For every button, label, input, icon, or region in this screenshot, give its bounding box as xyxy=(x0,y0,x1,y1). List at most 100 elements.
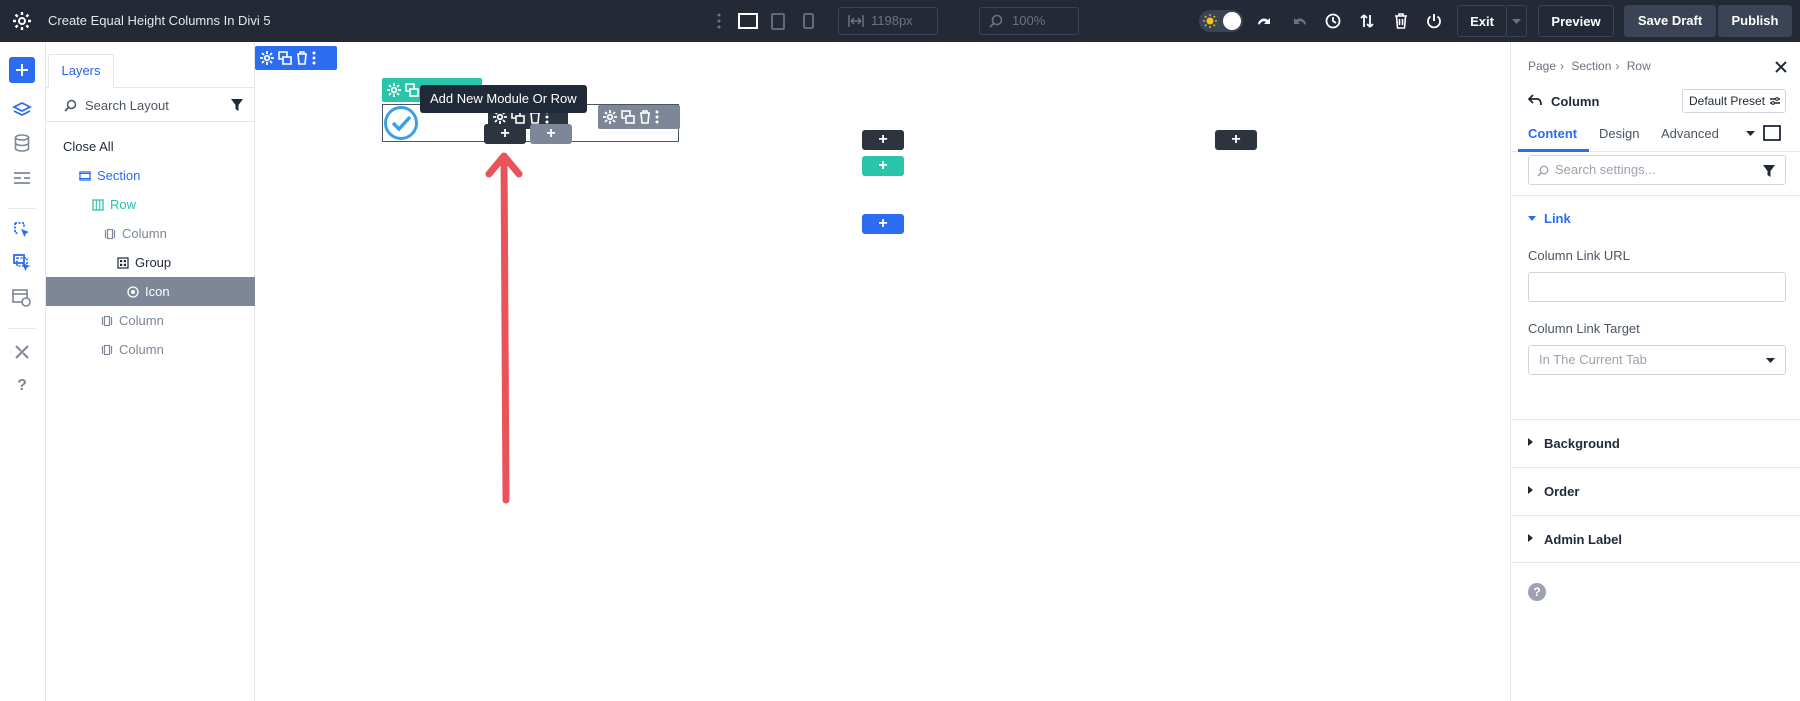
select-element-icon[interactable] xyxy=(9,217,35,243)
duplicate-icon[interactable] xyxy=(405,83,419,97)
add-module-button[interactable]: + xyxy=(484,124,526,144)
help-question-icon[interactable]: ? xyxy=(9,373,35,399)
section-icon xyxy=(79,171,91,181)
settings-gear-icon[interactable] xyxy=(387,83,401,97)
history-icon[interactable] xyxy=(1322,10,1344,32)
settings-title: Column xyxy=(1551,94,1600,109)
zoom-field[interactable]: 100% xyxy=(979,7,1079,35)
add-module-button-col2[interactable]: + xyxy=(862,130,904,150)
layer-label-section: Section xyxy=(97,168,141,183)
breadcrumb-page[interactable]: Page xyxy=(1528,59,1556,73)
page-layout-icon[interactable] xyxy=(9,165,35,191)
phone-view-icon[interactable] xyxy=(797,10,819,32)
add-row-button[interactable]: + xyxy=(862,156,904,176)
wireframe-toggle-icon[interactable] xyxy=(1763,125,1781,141)
layer-item-column-2[interactable]: Column xyxy=(46,306,255,335)
layer-item-row[interactable]: Row xyxy=(46,190,255,219)
layers-search-input[interactable]: Search Layout xyxy=(46,88,255,122)
redo-icon[interactable] xyxy=(1288,10,1310,32)
add-plus-icon[interactable] xyxy=(9,57,35,83)
theme-toggle[interactable] xyxy=(1199,10,1243,32)
filter-icon[interactable] xyxy=(231,99,243,111)
close-all-button[interactable]: Close All xyxy=(46,132,255,161)
power-icon[interactable] xyxy=(1423,10,1445,32)
group-icon xyxy=(117,257,129,269)
zoom-value: 100% xyxy=(1012,13,1046,28)
column-link-target-value: In The Current Tab xyxy=(1539,352,1647,367)
layers-panel: Layers Search Layout Close All Section R… xyxy=(46,42,255,701)
portability-icon[interactable] xyxy=(1356,10,1378,32)
save-draft-button[interactable]: Save Draft xyxy=(1624,5,1716,37)
desktop-view-icon[interactable] xyxy=(737,10,759,32)
background-section-header[interactable]: Background xyxy=(1511,419,1800,467)
sun-icon xyxy=(1203,14,1217,28)
more-options-icon[interactable] xyxy=(312,51,316,65)
preset-selector[interactable]: Default Preset xyxy=(1682,89,1786,113)
more-vertical-icon[interactable] xyxy=(708,10,730,32)
layer-label-column: Column xyxy=(122,226,167,241)
add-module-button-gray[interactable]: + xyxy=(530,124,572,144)
more-options-icon[interactable] xyxy=(655,110,659,124)
tablet-view-icon[interactable] xyxy=(767,10,789,32)
caret-down-icon xyxy=(1528,216,1536,221)
link-section-header[interactable]: Link xyxy=(1511,196,1800,242)
undo-icon[interactable] xyxy=(1254,10,1276,32)
tab-design[interactable]: Design xyxy=(1599,126,1639,141)
zoom-icon xyxy=(989,14,1003,28)
tools-icon[interactable] xyxy=(9,339,35,365)
exit-button[interactable]: Exit xyxy=(1457,5,1507,37)
exit-dropdown-button[interactable] xyxy=(1507,5,1527,37)
layer-item-column[interactable]: Column xyxy=(46,219,255,248)
add-module-tooltip: Add New Module Or Row xyxy=(420,85,587,113)
settings-gear-icon[interactable] xyxy=(603,110,617,124)
settings-gear-icon[interactable] xyxy=(12,11,32,31)
duplicate-icon[interactable] xyxy=(621,110,635,124)
preview-button[interactable]: Preview xyxy=(1538,5,1614,37)
tab-advanced[interactable]: Advanced xyxy=(1661,126,1719,141)
layer-item-section[interactable]: Section xyxy=(46,161,255,190)
settings-panel: Page › Section › Row Column Default Preset… xyxy=(1510,42,1800,701)
column-link-target-select[interactable]: In The Current Tab xyxy=(1528,345,1786,375)
column-link-url-input[interactable] xyxy=(1528,272,1786,302)
column-link-url-label: Column Link URL xyxy=(1528,248,1630,263)
tab-content[interactable]: Content xyxy=(1528,126,1577,141)
order-section-header[interactable]: Order xyxy=(1511,467,1800,515)
layer-item-icon[interactable]: Icon xyxy=(46,277,255,306)
chevron-down-icon xyxy=(1512,19,1521,24)
tab-layers[interactable]: Layers xyxy=(48,54,114,88)
tabs-dropdown-icon[interactable] xyxy=(1746,131,1755,137)
layers-icon[interactable] xyxy=(9,97,35,123)
duplicate-icon[interactable] xyxy=(278,51,292,65)
delete-icon[interactable] xyxy=(639,110,651,124)
multi-select-icon[interactable] xyxy=(9,250,35,276)
caret-right-icon xyxy=(1528,438,1533,446)
breadcrumb-section[interactable]: Section xyxy=(1571,59,1611,73)
page-width-field[interactable]: 1198px xyxy=(838,7,938,35)
checkmark-circle-icon[interactable] xyxy=(383,105,419,141)
help-question-icon[interactable]: ? xyxy=(1528,583,1546,601)
trash-icon[interactable] xyxy=(1390,10,1412,32)
add-section-button[interactable]: + xyxy=(862,214,904,234)
layer-label-column-2: Column xyxy=(119,313,164,328)
back-arrow-icon[interactable] xyxy=(1528,94,1542,106)
settings-gear-icon[interactable] xyxy=(260,51,274,65)
settings-search-input[interactable]: Search settings... xyxy=(1528,155,1786,185)
layer-item-column-3[interactable]: Column xyxy=(46,335,255,364)
section-toolbar xyxy=(255,46,337,70)
layer-item-group[interactable]: Group xyxy=(46,248,255,277)
database-icon[interactable] xyxy=(9,130,35,156)
admin-label-section-header[interactable]: Admin Label xyxy=(1511,515,1800,563)
close-icon[interactable] xyxy=(1775,61,1787,73)
builder-canvas[interactable]: + + Add New Module Or Row + + + + xyxy=(255,42,1510,701)
layers-search-placeholder: Search Layout xyxy=(85,98,169,113)
breadcrumb-row[interactable]: Row xyxy=(1627,59,1651,73)
tab-active-underline xyxy=(1518,149,1589,152)
delete-icon[interactable] xyxy=(296,51,308,65)
template-preview-icon[interactable] xyxy=(9,285,35,311)
add-module-button-col3[interactable]: + xyxy=(1215,130,1257,150)
filter-icon[interactable] xyxy=(1763,165,1775,177)
width-icon xyxy=(848,15,864,27)
close-all-label: Close All xyxy=(63,139,114,154)
publish-button[interactable]: Publish xyxy=(1718,5,1792,37)
column-icon xyxy=(101,315,113,327)
